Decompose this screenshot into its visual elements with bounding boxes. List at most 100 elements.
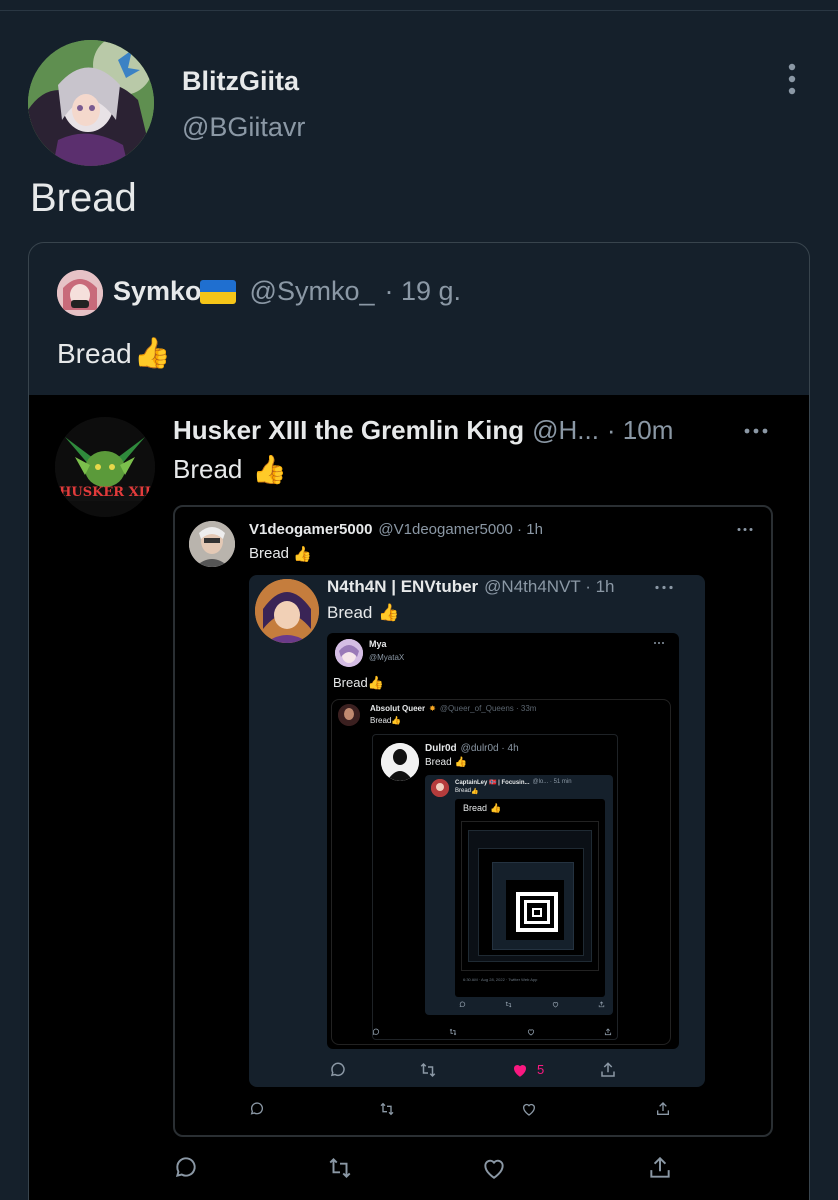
- share-icon[interactable]: [599, 1061, 617, 1079]
- nested-screenshot-l7[interactable]: CaptainLey 🇳🇴 | Focusin... @lo... · 51 m…: [425, 775, 613, 1015]
- like-icon[interactable]: [521, 1101, 537, 1117]
- photo-avatar-icon: [338, 704, 360, 726]
- mya-name[interactable]: Mya: [369, 639, 387, 649]
- nested-screenshot-l3[interactable]: N4th4N | ENVtuber @N4th4NVT · 1h Bread 👍…: [249, 575, 705, 1087]
- retweet-icon[interactable]: [505, 1001, 512, 1008]
- l2-action-bar: [249, 1101, 669, 1117]
- main-tweet-text: Bread: [30, 176, 137, 220]
- nested-screenshot-l5[interactable]: Absolut Queer ✸ @Queer_of_Queens · 33m B…: [331, 699, 671, 1045]
- captainley-avatar[interactable]: [431, 779, 449, 797]
- l1-action-bar: [173, 1155, 673, 1181]
- mya-text: Bread: [333, 675, 368, 690]
- sun-icon: ✸: [429, 704, 436, 713]
- n4th4n-handle[interactable]: @N4th4NVT · 1h: [484, 577, 614, 597]
- thumbs-up-icon: 👍: [490, 803, 502, 813]
- share-icon[interactable]: [604, 1028, 612, 1036]
- nested-screenshot-l8[interactable]: Bread 👍 6:30 AM · Aug 28, 2022 · Twitter…: [455, 799, 605, 997]
- quote-media-image[interactable]: HUSKER XII Husker XIII the Gremlin King …: [29, 395, 809, 1200]
- n4th4n-name[interactable]: N4th4N | ENVtuber: [327, 577, 478, 597]
- vtuber-avatar-icon: [255, 579, 319, 643]
- like-icon[interactable]: [481, 1155, 507, 1181]
- share-icon[interactable]: [598, 1001, 605, 1008]
- husker-avatar[interactable]: HUSKER XII: [55, 417, 155, 517]
- v1deogamer-avatar[interactable]: [189, 521, 235, 567]
- n4th4n-more-icon[interactable]: [655, 585, 673, 590]
- quote-author-handle[interactable]: @Symko_: [250, 276, 375, 307]
- retweet-icon[interactable]: [419, 1061, 437, 1079]
- share-icon[interactable]: [655, 1101, 671, 1117]
- nested-screenshot-l6[interactable]: Dulr0d @dulr0d · 4h Bread 👍 CaptainLey 🇳…: [372, 734, 618, 1040]
- quote-card[interactable]: Symko @Symko_ · 19 g. Bread 👍 HUSKER XII…: [28, 242, 810, 1200]
- l5-action-bar: [372, 1028, 612, 1036]
- anime-avatar-icon: [28, 40, 154, 166]
- gremlin-avatar-icon: [55, 417, 155, 517]
- avatar-icon: [431, 779, 449, 797]
- photo-avatar-icon: [381, 743, 419, 781]
- level8-timestamp: 6:30 AM · Aug 28, 2022 · Twitter Web App: [463, 977, 538, 982]
- dulr0d-text: Bread: [425, 757, 452, 768]
- n4th4n-avatar[interactable]: [255, 579, 319, 643]
- retweet-icon[interactable]: [379, 1101, 395, 1117]
- main-more-icon[interactable]: [786, 62, 798, 96]
- quote-author-name[interactable]: Symko: [113, 276, 202, 307]
- top-divider: [0, 10, 838, 11]
- thumbs-up-icon: 👍: [293, 546, 312, 563]
- v1deogamer-name[interactable]: V1deogamer5000: [249, 521, 372, 538]
- n4th4n-text: Bread: [327, 603, 373, 622]
- thumbs-up-icon: 👍: [391, 716, 402, 725]
- like-active-icon[interactable]: [511, 1061, 529, 1079]
- thumbs-up-icon: 👍: [367, 675, 384, 690]
- ukraine-flag-icon: [199, 279, 236, 304]
- husker-avatar-label: HUSKER XII: [59, 485, 151, 500]
- captainley-handle[interactable]: @lo... · 51 min: [533, 779, 572, 786]
- reply-icon[interactable]: [249, 1101, 265, 1117]
- absolut-queer-avatar[interactable]: [338, 704, 360, 726]
- thumbs-up-icon: 👍: [133, 337, 172, 370]
- recursive-screenshot: [461, 821, 599, 971]
- absolut-queer-text: Bread: [370, 716, 392, 725]
- v1deogamer-more-icon[interactable]: [737, 527, 753, 532]
- l3-action-bar: 5: [329, 1061, 629, 1081]
- main-author-handle[interactable]: @BGiitavr: [182, 112, 305, 143]
- absolut-queer-handle[interactable]: @Queer_of_Queens · 33m: [440, 704, 537, 713]
- main-avatar[interactable]: [28, 40, 154, 166]
- like-icon[interactable]: [527, 1028, 535, 1036]
- like-count: 5: [537, 1062, 545, 1077]
- reply-icon[interactable]: [173, 1155, 199, 1181]
- v1deogamer-handle[interactable]: @V1deogamer5000 · 1h: [378, 521, 543, 538]
- quote-time[interactable]: · 19 g.: [385, 276, 462, 307]
- reply-icon[interactable]: [329, 1061, 347, 1079]
- thumbs-up-icon: 👍: [252, 454, 288, 485]
- dulr0d-handle[interactable]: @dulr0d · 4h: [461, 743, 519, 754]
- husker-time[interactable]: · 10m: [607, 415, 673, 446]
- dulr0d-avatar[interactable]: [381, 743, 419, 781]
- mya-avatar[interactable]: [335, 639, 363, 667]
- absolut-queer-name[interactable]: Absolut Queer: [370, 704, 425, 713]
- mya-handle[interactable]: @MyataX: [369, 653, 404, 662]
- anime-avatar-icon: [57, 270, 103, 316]
- main-author-name[interactable]: BlitzGiita: [182, 66, 299, 97]
- husker-more-icon[interactable]: [743, 427, 769, 435]
- captainley-name[interactable]: CaptainLey 🇳🇴 | Focusin...: [455, 779, 530, 786]
- share-icon[interactable]: [647, 1155, 673, 1181]
- like-icon[interactable]: [552, 1001, 559, 1008]
- l7-action-bar: [459, 1001, 605, 1008]
- husker-handle[interactable]: @H...: [532, 415, 599, 446]
- retweet-icon[interactable]: [449, 1028, 457, 1036]
- reply-icon[interactable]: [372, 1028, 380, 1036]
- quote-avatar[interactable]: [57, 270, 103, 316]
- v1deogamer-text: Bread: [249, 545, 290, 562]
- thumbs-up-icon: 👍: [378, 603, 400, 622]
- dulr0d-name[interactable]: Dulr0d: [425, 743, 457, 754]
- nested-screenshot-l4[interactable]: Mya @MyataX Bread 👍 Absolut Queer ✸ @Que…: [327, 633, 679, 1049]
- thumbs-up-icon: 👍: [471, 789, 479, 795]
- husker-name[interactable]: Husker XIII the Gremlin King: [173, 415, 524, 446]
- captainley-text: Bread: [455, 788, 472, 794]
- nested-screenshot-l2[interactable]: V1deogamer5000 @V1deogamer5000 · 1h Brea…: [173, 505, 773, 1137]
- reply-icon[interactable]: [459, 1001, 466, 1008]
- retweet-icon[interactable]: [327, 1155, 353, 1181]
- level8-text: Bread: [463, 803, 488, 813]
- quote-text: Bread: [57, 337, 132, 369]
- anime-avatar-icon: [335, 639, 363, 667]
- mya-more-icon[interactable]: [653, 641, 665, 645]
